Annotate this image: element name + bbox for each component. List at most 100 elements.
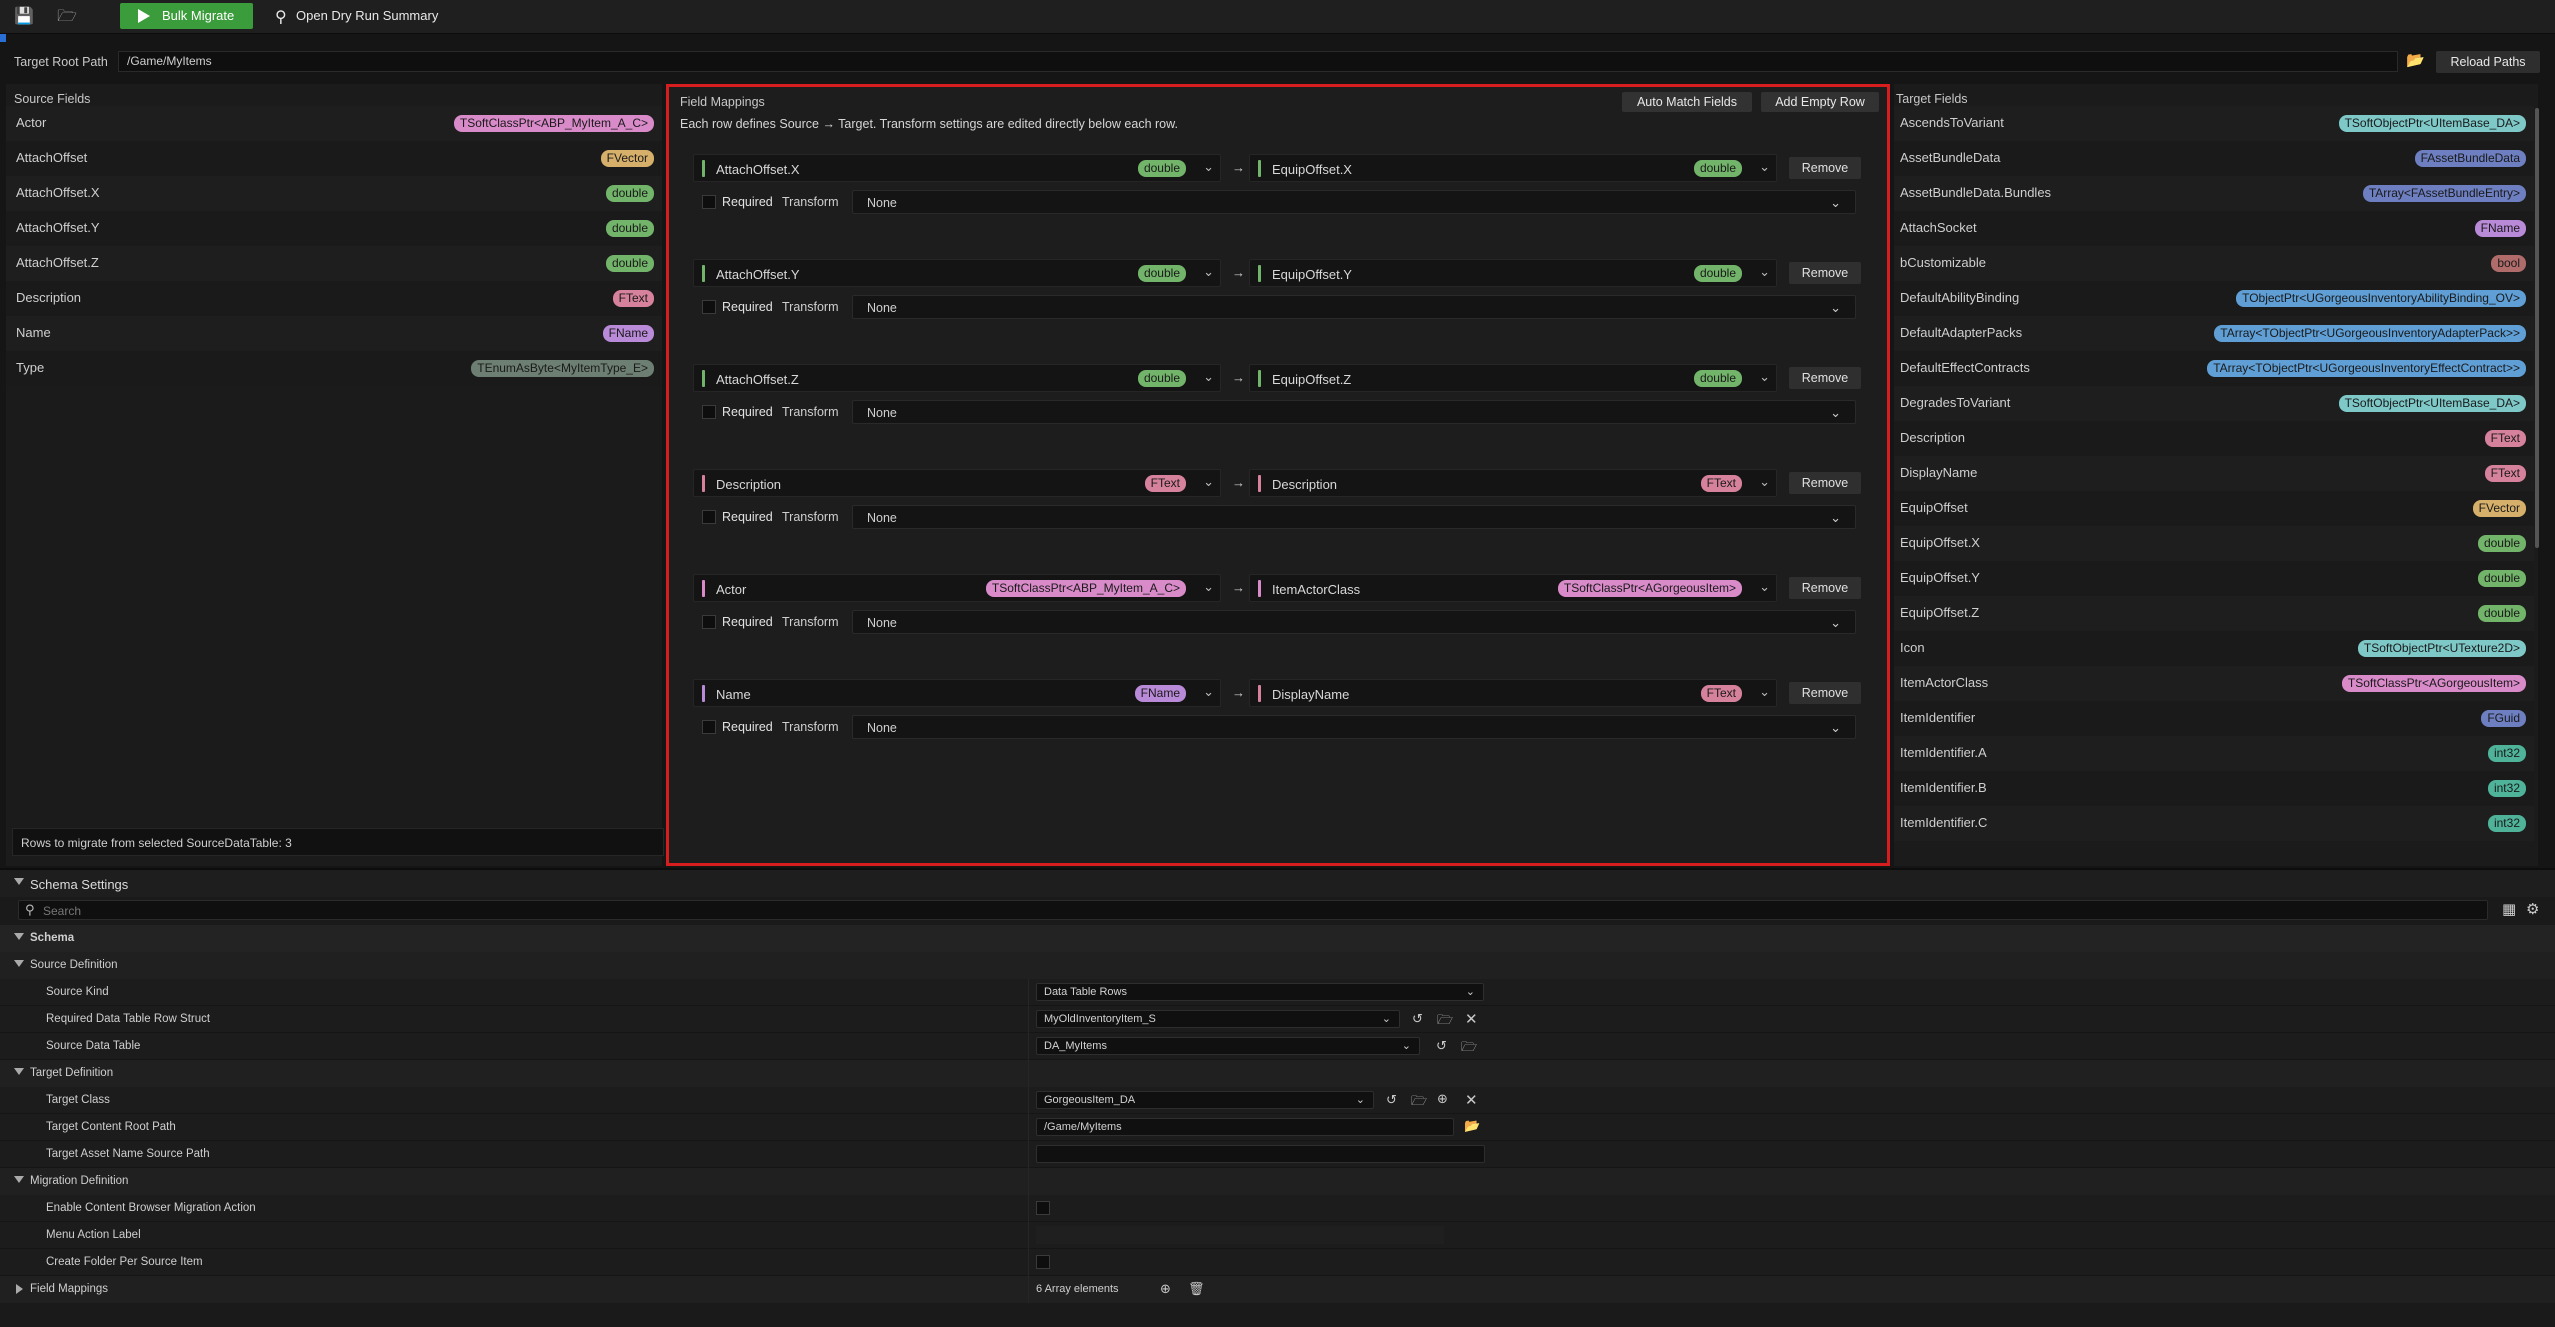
use-selected-icon[interactable]: ↺ [1436, 1038, 1447, 1054]
save-icon[interactable]: 💾 [12, 5, 36, 29]
target-field-row[interactable]: ItemIdentifier FGuid [1894, 701, 2534, 736]
target-field-row[interactable]: EquipOffset.Y double [1894, 561, 2534, 596]
target-fields-scrollbar[interactable] [2535, 108, 2539, 548]
add-icon[interactable]: ⊕ [1437, 1091, 1448, 1107]
schema-category[interactable]: Schema [0, 925, 2555, 952]
bulk-migrate-button[interactable]: Bulk Migrate [120, 3, 253, 29]
target-field-selector[interactable]: DisplayName FText ⌄ [1249, 679, 1777, 707]
target-field-row[interactable]: ItemActorClass TSoftClassPtr<AGorgeousIte… [1894, 666, 2534, 701]
source-field-row[interactable]: AttachOffset.Z double [6, 246, 662, 281]
source-field-row[interactable]: Name FName [6, 316, 662, 351]
required-checkbox[interactable] [702, 195, 716, 209]
source-data-table-dropdown[interactable]: DA_MyItems ⌄ [1036, 1037, 1420, 1055]
remove-button[interactable]: Remove [1789, 367, 1861, 389]
source-field-row[interactable]: AttachOffset.X double [6, 176, 662, 211]
remove-button[interactable]: Remove [1789, 577, 1861, 599]
row-struct-dropdown[interactable]: MyOldInventoryItem_S ⌄ [1036, 1010, 1400, 1028]
target-field-row[interactable]: AssetBundleData.Bundles TArray<FAssetBund… [1894, 176, 2534, 211]
target-field-row[interactable]: EquipOffset FVector [1894, 491, 2534, 526]
target-root-path-input[interactable]: /Game/MyItems [118, 51, 2398, 72]
required-checkbox[interactable] [702, 615, 716, 629]
target-field-selector[interactable]: EquipOffset.Y double ⌄ [1249, 259, 1777, 287]
add-element-icon[interactable]: ⊕ [1160, 1281, 1171, 1297]
use-selected-icon[interactable]: ↺ [1412, 1011, 1423, 1027]
source-definition-category[interactable]: Source Definition [0, 952, 2555, 979]
schema-settings-header[interactable]: Schema Settings [0, 870, 2555, 897]
browse-folder-icon[interactable]: 🗁 [55, 5, 79, 29]
clear-icon[interactable]: ✕ [1465, 1010, 1478, 1028]
source-field-selector[interactable]: Actor TSoftClassPtr<ABP_MyItem_A_C> ⌄ [693, 574, 1221, 602]
open-dry-run-label: Open Dry Run Summary [296, 8, 439, 23]
source-field-row[interactable]: Type TEnumAsByte<MyItemType_E> [6, 351, 662, 386]
target-field-selector[interactable]: EquipOffset.Z double ⌄ [1249, 364, 1777, 392]
delete-all-icon[interactable]: 🗑 [1188, 1281, 1205, 1297]
settings-gear-icon[interactable]: ⚙ [2526, 900, 2539, 918]
migration-definition-category[interactable]: Migration Definition [0, 1168, 2555, 1195]
source-field-selector[interactable]: AttachOffset.Y double ⌄ [693, 259, 1221, 287]
remove-button[interactable]: Remove [1789, 472, 1861, 494]
browse-icon[interactable]: 🗁 [1437, 1011, 1453, 1033]
source-kind-dropdown[interactable]: Data Table Rows ⌄ [1036, 983, 1484, 1001]
target-class-dropdown[interactable]: GorgeousItem_DA ⌄ [1036, 1091, 1374, 1109]
target-root-input[interactable]: /Game/MyItems [1036, 1118, 1454, 1136]
target-field-row[interactable]: DefaultAbilityBinding TObjectPtr<UGorgeou… [1894, 281, 2534, 316]
target-field-row[interactable]: DefaultAdapterPacks TArray<TObjectPtr<UGo… [1894, 316, 2534, 351]
details-search-input[interactable]: ⚲ Search [18, 900, 2488, 920]
target-field-selector[interactable]: ItemActorClass TSoftClassPtr<AGorgeousIte… [1249, 574, 1777, 602]
folder-open-icon[interactable]: 📂 [2406, 51, 2425, 69]
target-field-row[interactable]: EquipOffset.Z double [1894, 596, 2534, 631]
folder-open-icon[interactable]: 📂 [1464, 1118, 1480, 1134]
target-field-row[interactable]: ItemIdentifier.B int32 [1894, 771, 2534, 806]
use-selected-icon[interactable]: ↺ [1386, 1092, 1397, 1108]
create-folder-checkbox[interactable] [1036, 1255, 1050, 1269]
browse-icon[interactable]: 🗁 [1461, 1038, 1477, 1060]
target-field-row[interactable]: bCustomizable bool [1894, 246, 2534, 281]
target-field-row[interactable]: ItemIdentifier.A int32 [1894, 736, 2534, 771]
target-field-row[interactable]: DisplayName FText [1894, 456, 2534, 491]
transform-dropdown[interactable]: None ⌄ [852, 505, 1856, 529]
target-field-selector[interactable]: EquipOffset.X double ⌄ [1249, 154, 1777, 182]
enable-cb-checkbox[interactable] [1036, 1201, 1050, 1215]
target-field-row[interactable]: DegradesToVariant TSoftObjectPtr<UItemBas… [1894, 386, 2534, 421]
target-field-row[interactable]: AscendsToVariant TSoftObjectPtr<UItemBase… [1894, 106, 2534, 141]
transform-dropdown[interactable]: None ⌄ [852, 295, 1856, 319]
target-field-row[interactable]: DefaultEffectContracts TArray<TObjectPtr<… [1894, 351, 2534, 386]
source-field-row[interactable]: Description FText [6, 281, 662, 316]
target-field-row[interactable]: EquipOffset.X double [1894, 526, 2534, 561]
required-checkbox[interactable] [702, 720, 716, 734]
remove-button[interactable]: Remove [1789, 157, 1861, 179]
target-definition-category[interactable]: Target Definition [0, 1060, 2555, 1087]
required-checkbox[interactable] [702, 300, 716, 314]
target-field-selector[interactable]: Description FText ⌄ [1249, 469, 1777, 497]
clear-icon[interactable]: ✕ [1465, 1091, 1478, 1109]
required-checkbox[interactable] [702, 405, 716, 419]
target-field-row[interactable]: AssetBundleData FAssetBundleData [1894, 141, 2534, 176]
target-field-row[interactable]: AttachSocket FName [1894, 211, 2534, 246]
remove-button[interactable]: Remove [1789, 682, 1861, 704]
source-field-selector[interactable]: AttachOffset.Z double ⌄ [693, 364, 1221, 392]
transform-dropdown[interactable]: None ⌄ [852, 610, 1856, 634]
source-field-row[interactable]: AttachOffset.Y double [6, 211, 662, 246]
required-label: Required [722, 510, 773, 524]
target-asset-name-input[interactable] [1036, 1145, 1485, 1163]
source-field-row[interactable]: Actor TSoftClassPtr<ABP_MyItem_A_C> [6, 106, 662, 141]
source-field-selector[interactable]: Description FText ⌄ [693, 469, 1221, 497]
browse-icon[interactable]: 🗁 [1411, 1092, 1427, 1114]
target-field-row[interactable]: ItemIdentifier.C int32 [1894, 806, 2534, 841]
transform-dropdown[interactable]: None ⌄ [852, 715, 1856, 739]
target-field-row[interactable]: Description FText [1894, 421, 2534, 456]
target-field-row[interactable]: Icon TSoftObjectPtr<UTexture2D> [1894, 631, 2534, 666]
menu-action-label-input[interactable] [1036, 1226, 1444, 1244]
field-mappings-category[interactable]: Field Mappings 6 Array elements ⊕ 🗑 [0, 1276, 2555, 1303]
reload-paths-button[interactable]: Reload Paths [2436, 51, 2540, 73]
source-field-row[interactable]: AttachOffset FVector [6, 141, 662, 176]
source-field-selector[interactable]: Name FName ⌄ [693, 679, 1221, 707]
transform-dropdown[interactable]: None ⌄ [852, 400, 1856, 424]
source-field-type-badge: double [605, 185, 654, 202]
table-view-icon[interactable]: ▦ [2502, 900, 2516, 918]
required-checkbox[interactable] [702, 510, 716, 524]
transform-dropdown[interactable]: None ⌄ [852, 190, 1856, 214]
open-dry-run-summary-button[interactable]: ⚲ Open Dry Run Summary [272, 3, 438, 29]
source-field-selector[interactable]: AttachOffset.X double ⌄ [693, 154, 1221, 182]
remove-button[interactable]: Remove [1789, 262, 1861, 284]
